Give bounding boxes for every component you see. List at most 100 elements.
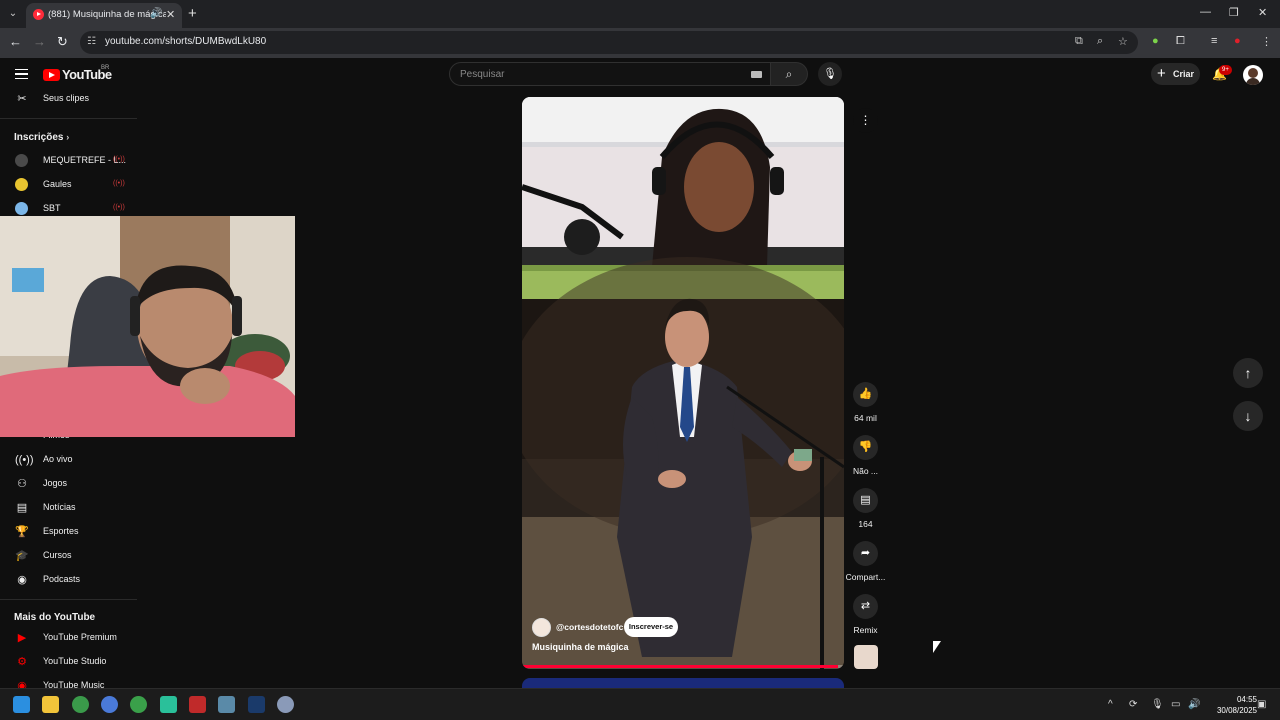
shorts-video-player[interactable]: @cortesdotetofc Inscrever-se Musiquinha … (522, 97, 844, 669)
search-input[interactable]: Pesquisar (449, 62, 771, 86)
settings-app-icon[interactable] (277, 696, 294, 713)
arrow-down-icon: ↓ (1244, 408, 1252, 424)
app-red-icon[interactable] (189, 696, 206, 713)
windows-start-icon[interactable] (13, 696, 30, 713)
audio-playing-icon[interactable]: 🔊 (150, 8, 162, 19)
menu-icon[interactable] (15, 69, 28, 79)
bookmark-star-icon[interactable]: ☆ (1118, 35, 1128, 48)
url-text: youtube.com/shorts/DUMBwdLkU80 (105, 36, 267, 47)
subscriptions-heading[interactable]: Inscrições › (14, 132, 69, 143)
more-from-youtube-heading: Mais do YouTube (14, 612, 96, 623)
sidebar-item-subscription[interactable]: Gaules ((•)) (0, 174, 137, 196)
new-tab-button[interactable]: + (188, 5, 197, 22)
more-options-button[interactable]: ⋮ (853, 108, 878, 133)
restore-icon[interactable]: ❐ (1229, 6, 1239, 19)
search-button[interactable]: ⌕ (771, 62, 808, 86)
system-clock[interactable]: 04:55 30/08/2025 (1205, 694, 1257, 716)
comments-button[interactable]: ▤ (853, 488, 878, 513)
tab-search-icon[interactable]: ⌄ (4, 5, 22, 23)
search-placeholder: Pesquisar (460, 69, 505, 80)
browser-toolbar: ← → ↻ ☷ youtube.com/shorts/DUMBwdLkU80 ⧉… (0, 28, 1280, 58)
video-frame (522, 97, 844, 669)
progress-bar[interactable] (522, 665, 844, 668)
sidebar-item-premium[interactable]: ▶ YouTube Premium (0, 627, 137, 649)
voice-search-button[interactable]: 🎙 (818, 62, 842, 86)
extension-green-icon[interactable]: ● (1152, 35, 1159, 47)
previous-short-button[interactable]: ↑ (1233, 358, 1263, 388)
notification-center-icon[interactable]: ▣ (1257, 699, 1266, 710)
thumbs-up-icon: 👍 (858, 388, 873, 400)
sidebar-item-clips[interactable]: ✂ Seus clipes (0, 88, 137, 110)
channel-avatar (15, 202, 28, 215)
more-vertical-icon: ⋮ (859, 113, 872, 127)
tab-close-icon[interactable]: ✕ (166, 8, 175, 21)
tab-title: (881) Musiquinha de mágica (48, 9, 166, 20)
webcam-image (0, 216, 295, 437)
sidebar-item-games[interactable]: ⚇ Jogos (0, 473, 137, 495)
sound-thumbnail[interactable] (854, 645, 878, 669)
tray-expand-icon[interactable]: ^ (1108, 699, 1113, 710)
live-indicator-icon: ((•)) (113, 156, 125, 163)
minimize-icon[interactable]: — (1200, 6, 1211, 18)
close-window-icon[interactable]: ✕ (1258, 6, 1267, 19)
video-title[interactable]: Musiquinha de mágica (532, 642, 629, 652)
extensions-puzzle-icon[interactable]: ⧠ (1176, 35, 1185, 48)
keyboard-icon[interactable] (751, 71, 762, 78)
graduation-cap-icon: 🎓 (15, 550, 29, 562)
trophy-icon: 🏆 (15, 526, 29, 538)
file-explorer-icon[interactable] (42, 696, 59, 713)
back-icon[interactable]: ← (9, 34, 22, 49)
chevron-right-icon: › (66, 132, 70, 142)
like-button[interactable]: 👍 (853, 382, 878, 407)
browser-tab[interactable]: (881) Musiquinha de mágica 🔊 ✕ (26, 3, 182, 28)
sidebar-item-live[interactable]: ((•)) Ao vivo (0, 449, 137, 471)
sidebar-item-label: Notícias (43, 502, 76, 512)
account-avatar[interactable] (1243, 65, 1263, 85)
next-short-button[interactable]: ↓ (1233, 401, 1263, 431)
chrome-icon[interactable] (72, 696, 89, 713)
sidebar-item-courses[interactable]: 🎓 Cursos (0, 545, 137, 567)
zoom-icon[interactable]: ⌕ (1097, 35, 1103, 48)
sidebar-item-label: Gaules (43, 179, 72, 189)
address-bar[interactable]: ☷ youtube.com/shorts/DUMBwdLkU80 ⧉ ⌕ ☆ (80, 31, 1138, 54)
sidebar-item-podcasts[interactable]: ◉ Podcasts (0, 569, 137, 591)
cast-icon[interactable]: ⧉ (1075, 35, 1083, 48)
sidebar-item-label: YouTube Premium (43, 632, 117, 642)
browser-app-icon[interactable] (101, 696, 118, 713)
webcam-overlay (0, 216, 295, 437)
create-button[interactable]: + Criar (1151, 63, 1200, 85)
sidebar-item-news[interactable]: ▤ Notícias (0, 497, 137, 519)
site-info-icon[interactable]: ☷ (87, 36, 96, 47)
youtube-favicon-icon (33, 9, 44, 20)
forward-icon[interactable]: → (33, 34, 46, 49)
sidebar-item-label: Seus clipes (43, 93, 90, 103)
network-icon[interactable]: ▭ (1171, 699, 1180, 710)
sidebar-item-studio[interactable]: ⚙ YouTube Studio (0, 651, 137, 673)
dislike-label: Não ... (852, 466, 879, 476)
subscribe-button[interactable]: Inscrever-se (624, 617, 678, 637)
volume-icon[interactable]: 🔊 (1188, 699, 1200, 710)
dislike-button[interactable]: 👎 (853, 435, 878, 460)
microphone-tray-icon[interactable]: 🎙 (1151, 699, 1164, 710)
youtube-logo-icon[interactable] (43, 69, 60, 81)
sidebar-item-label: Podcasts (43, 574, 81, 584)
steam-icon[interactable] (248, 696, 265, 713)
sidebar-item-subscription[interactable]: MEQUETREFE - L... ((•)) (0, 150, 137, 172)
channel-avatar[interactable] (532, 618, 551, 637)
remix-button[interactable]: ⇄ (853, 594, 878, 619)
share-button[interactable]: ➦ (853, 541, 878, 566)
app-green-icon[interactable] (160, 696, 177, 713)
screen: ⌄ (881) Musiquinha de mágica 🔊 ✕ + — ❐ ✕… (0, 0, 1280, 720)
app-image-icon[interactable] (218, 696, 235, 713)
newspaper-icon: ▤ (16, 502, 28, 514)
sync-icon[interactable]: ⟳ (1129, 699, 1137, 710)
profile-icon[interactable]: ● (1234, 35, 1241, 47)
reload-icon[interactable]: ↻ (57, 34, 68, 50)
clock-time: 04:55 (1236, 695, 1257, 704)
chrome-menu-icon[interactable]: ⋮ (1261, 35, 1272, 48)
media-control-icon[interactable]: ≡ (1211, 35, 1217, 47)
channel-name[interactable]: @cortesdotetofc (556, 622, 623, 632)
chrome-profile-icon[interactable] (130, 696, 147, 713)
sidebar-item-sports[interactable]: 🏆 Esportes (0, 521, 137, 543)
youtube-premium-icon: ▶ (17, 632, 27, 644)
